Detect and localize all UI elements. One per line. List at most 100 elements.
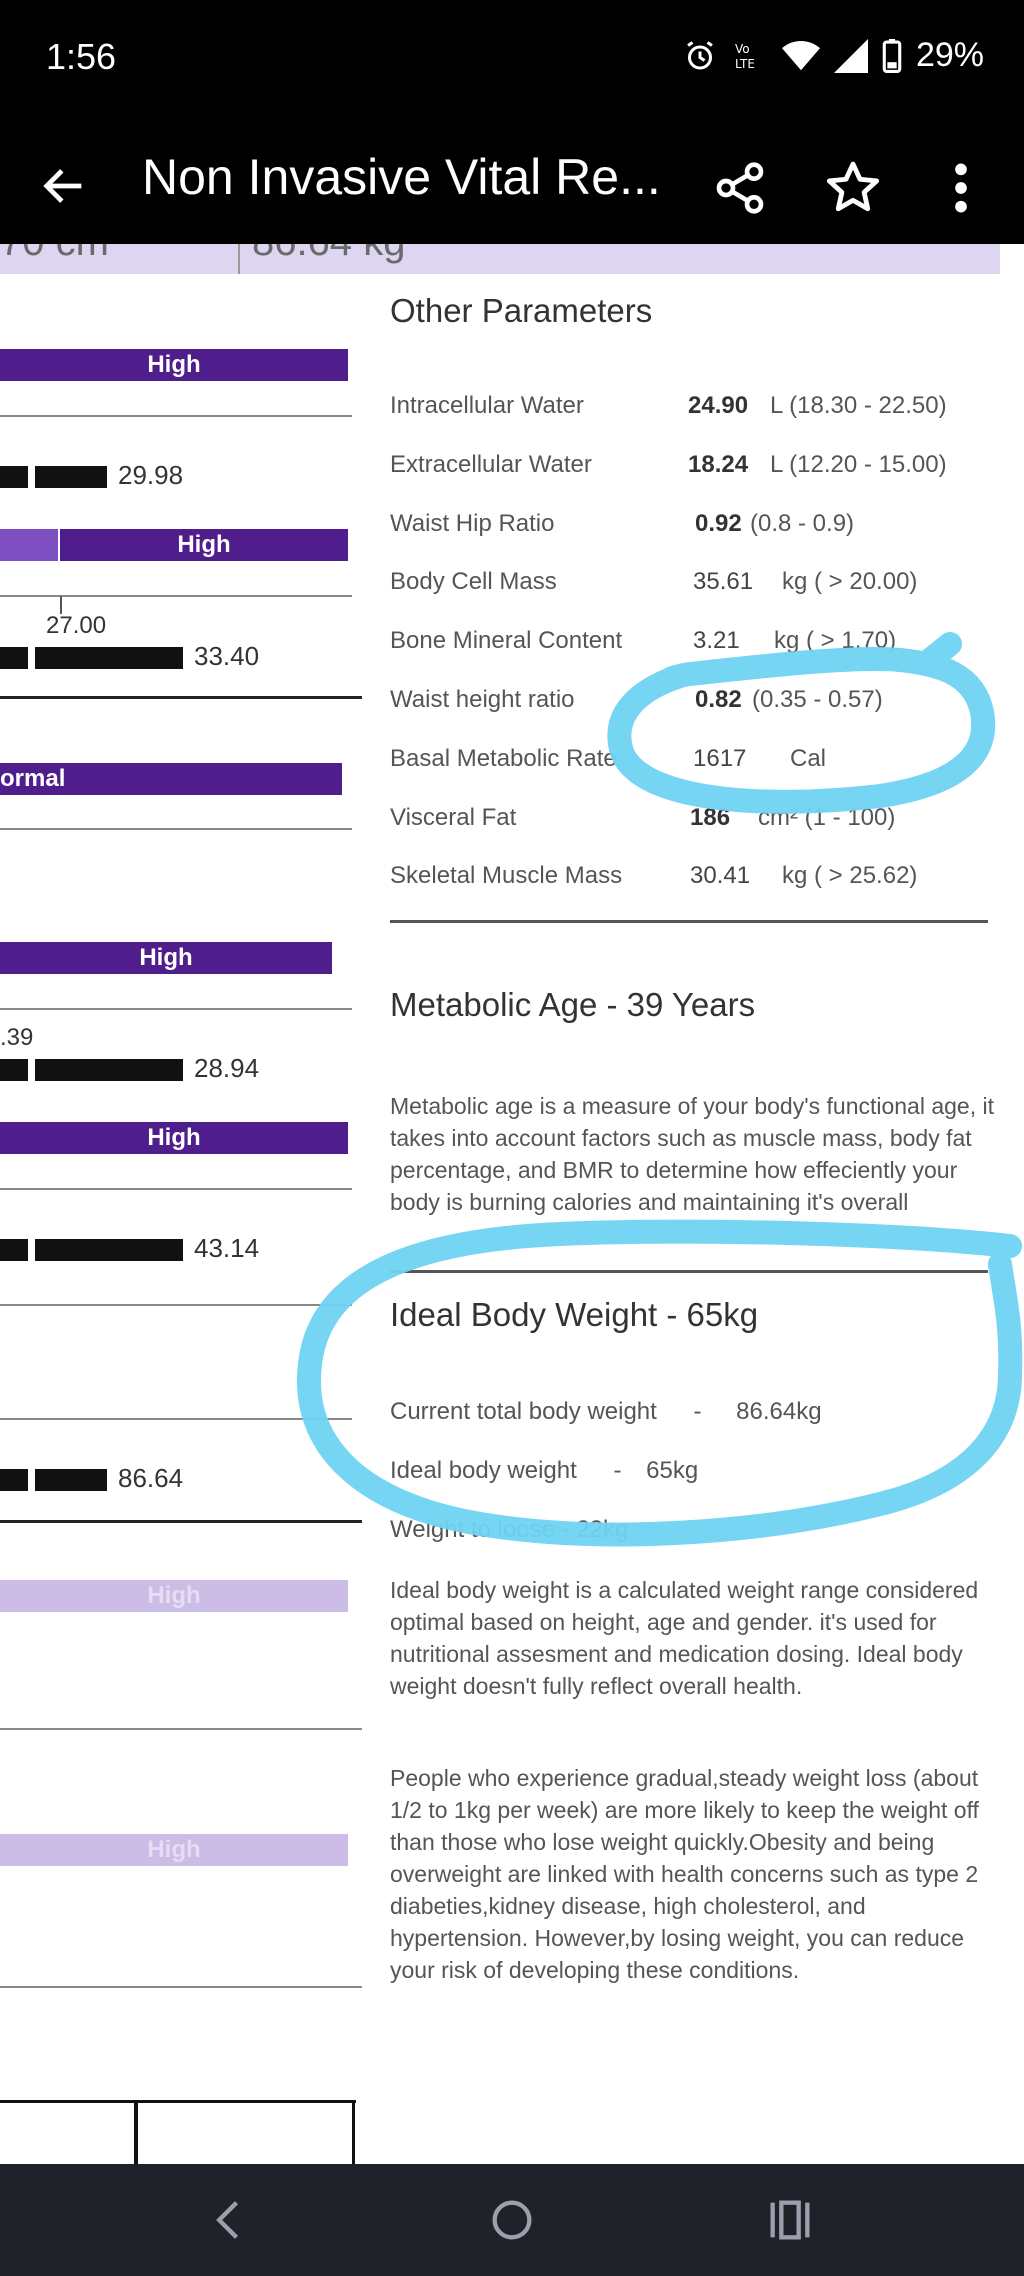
parameter-value-text: 0.82 [695, 686, 742, 713]
range-tick-label: .39 [0, 1024, 34, 1051]
svg-text:LTE: LTE [735, 57, 755, 71]
parameter-range: kg ( > 25.62) [782, 862, 918, 890]
section-divider [0, 696, 362, 699]
parameter-value-text: 18.24 [688, 450, 749, 478]
document-title: Non Invasive Vital Re... [142, 149, 661, 205]
status-bar-normal: ormal [0, 763, 342, 795]
section-divider [0, 1520, 362, 1523]
parameter-name: Basal Metabolic Rate [390, 744, 617, 772]
parameter-value: 1617 [693, 745, 746, 773]
range-segment [0, 466, 28, 488]
parameter-value: 18.24 [688, 451, 748, 479]
parameter-name: Waist height ratio [390, 686, 575, 713]
parameter-value-text: 0.92 [695, 509, 742, 537]
ideal-weight-separator: - [613, 1457, 622, 1484]
parameter-row: Visceral Fat 186 cm² (1 - 100) [390, 804, 1010, 844]
back-arrow-icon[interactable] [38, 160, 90, 212]
parameter-name: Waist Hip Ratio [390, 509, 555, 537]
parameter-name: Skeletal Muscle Mass [390, 862, 623, 890]
parameter-value: 3.21 [693, 627, 740, 655]
range-segment [35, 1059, 183, 1081]
parameter-name: Body Cell Mass [390, 568, 557, 596]
parameter-range: L (18.30 - 22.50) [770, 392, 947, 419]
metabolic-age-title: Metabolic Age - 39 Years [390, 986, 756, 1023]
parameter-range: L (12.20 - 15.00) [770, 450, 947, 478]
parameter-value: 0.92 [695, 510, 742, 538]
status-bar: 1:56 Vo LTE 29% [0, 0, 1024, 120]
star-icon[interactable] [824, 158, 882, 216]
ideal-weight-label: Ideal body weight [390, 1457, 577, 1484]
nav-recents-icon[interactable] [760, 2194, 820, 2246]
row-divider [0, 1008, 352, 1010]
status-bar-high: High [60, 529, 348, 561]
document-page[interactable]: 70 cm 86.64 kg High 29.98 High 27.00 33.… [0, 244, 1024, 2164]
range-segment-light [0, 529, 58, 561]
parameter-row: Basal Metabolic Rate 1617 Cal [390, 745, 1010, 785]
weight-loss-advice: People who experience gradual,steady wei… [390, 1765, 979, 1983]
nav-home-icon[interactable] [482, 2194, 542, 2246]
parameter-row: Waist height ratio 0.82 (0.35 - 0.57) [390, 686, 1010, 726]
parameter-name: Intracellular Water [390, 392, 584, 419]
battery-icon [882, 38, 902, 73]
header-band: 70 cm 86.64 kg [0, 244, 1000, 274]
other-parameters-title: Other Parameters [390, 292, 653, 329]
status-bar-high-faded: High [0, 1834, 348, 1866]
range-segment [35, 1239, 183, 1261]
measured-value: 33.40 [194, 641, 260, 671]
parameter-value: 24.90 [688, 392, 748, 420]
parameter-row: Skeletal Muscle Mass 30.41 kg ( > 25.62) [390, 862, 1010, 902]
parameter-value-text: 3.21 [693, 627, 740, 655]
table-column-line [134, 2103, 138, 2164]
measured-value: 43.14 [194, 1233, 260, 1263]
parameter-range: Cal [790, 744, 827, 772]
current-weight-value: 86.64kg [736, 1398, 822, 1425]
parameter-range: kg ( > 1.70) [774, 627, 897, 655]
parameter-value: 35.61 [693, 568, 753, 596]
nav-back-icon[interactable] [200, 2194, 260, 2246]
section-divider [390, 1270, 988, 1273]
share-icon[interactable] [712, 160, 768, 216]
parameter-row: Extracellular Water 18.24 L (12.20 - 15.00… [390, 451, 1010, 491]
parameter-value-text: 30.41 [690, 862, 751, 890]
section-divider [390, 920, 988, 923]
row-divider [0, 1728, 362, 1730]
volte-icon: Vo LTE [735, 42, 755, 71]
more-vert-icon[interactable] [946, 160, 976, 216]
system-nav-bar [0, 2164, 1024, 2276]
parameter-name: Extracellular Water [390, 450, 592, 478]
ideal-weight-value: 65kg [646, 1457, 699, 1484]
range-segment [35, 466, 107, 488]
height-value: 70 cm [0, 244, 109, 265]
status-bar-high: High [0, 1122, 348, 1154]
row-divider [0, 595, 352, 597]
current-weight-separator: - [693, 1398, 702, 1425]
parameter-value-text: 24.90 [688, 392, 749, 419]
range-segment [0, 1239, 28, 1261]
table-fragment [0, 2100, 356, 2164]
range-segment [35, 647, 183, 669]
range-segment [0, 1469, 28, 1491]
status-icons: Vo LTE 29% [682, 36, 984, 75]
parameter-row: Body Cell Mass 35.61 kg ( > 20.00) [390, 568, 1010, 608]
parameter-range: kg ( > 20.00) [782, 568, 918, 596]
table-column-line [352, 2103, 355, 2164]
range-segment [0, 1059, 28, 1081]
measured-value: 28.94 [194, 1053, 260, 1083]
parameter-value: 0.82 [695, 686, 742, 714]
alarm-icon [687, 40, 713, 69]
status-bar-high: High [0, 349, 348, 381]
status-bar-high: High [0, 942, 332, 974]
range-segment [0, 647, 28, 669]
parameter-value: 30.41 [690, 862, 750, 890]
ideal-weight-description: Ideal body weight is a calculated weight… [390, 1577, 979, 1699]
row-divider [0, 1986, 362, 1988]
parameter-row: Intracellular Water 24.90 L (18.30 - 22.50… [390, 392, 1010, 432]
weight-value: 86.64 kg [252, 244, 405, 265]
ideal-body-weight-title: Ideal Body Weight - 65kg [390, 1296, 759, 1333]
measured-value: 86.64 [118, 1463, 184, 1493]
app-bar: Non Invasive Vital Re... [0, 120, 1024, 244]
highlight-circle-ideal-weight [296, 1219, 1023, 1547]
metabolic-age-description: Metabolic age is a measure of your body'… [390, 1093, 995, 1215]
row-divider [0, 415, 352, 417]
status-label: ormal [0, 765, 66, 792]
